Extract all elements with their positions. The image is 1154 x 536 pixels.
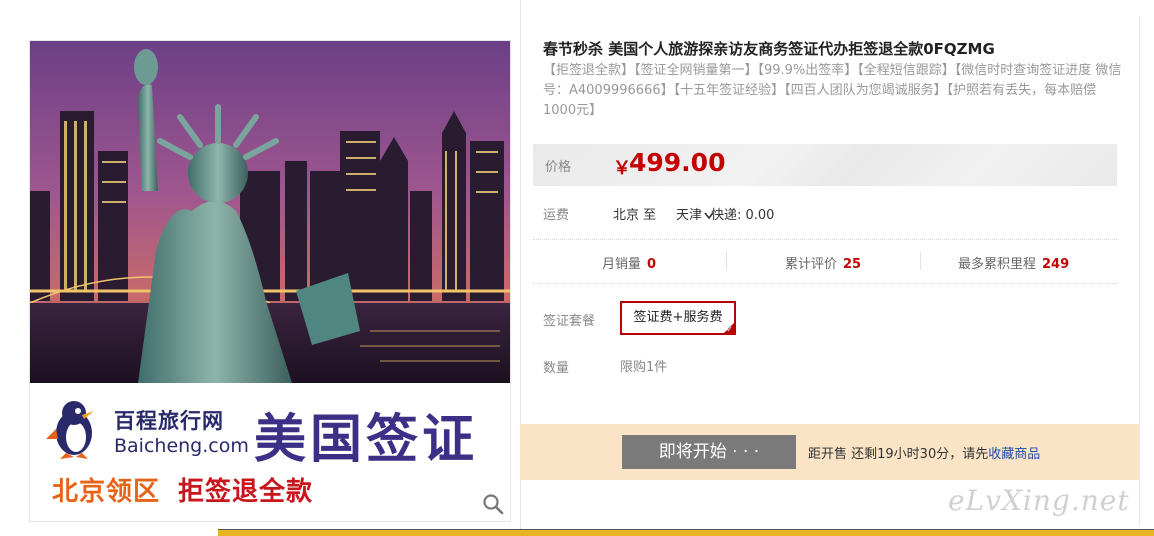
product-title: 春节秒杀 美国个人旅游探亲访友商务签证代办拒签退全款0FQZMG <box>543 40 995 58</box>
shipping-fee: 快递: 0.00 <box>711 208 775 223</box>
add-favorite-link[interactable]: 收藏商品 <box>988 447 1040 462</box>
stat-separator <box>920 252 921 270</box>
price-label: 价格 <box>545 160 572 175</box>
monthly-sales-label: 月销量 <box>602 257 642 272</box>
penguin-logo-icon <box>46 401 94 459</box>
shipping-destination-select[interactable]: 天津 <box>676 204 714 223</box>
quantity-label: 数量 <box>543 361 570 376</box>
review-count-label: 累计评价 <box>785 257 838 272</box>
product-image-panel[interactable]: 百程旅行网 Baicheng.com 美国签证 北京领区 拒签退全款 <box>29 40 511 522</box>
search-icon[interactable] <box>482 493 504 515</box>
review-count-value: 25 <box>843 257 862 272</box>
quantity-limit: 限购1件 <box>620 360 668 375</box>
monthly-sales-value: 0 <box>647 257 657 272</box>
price-value: 499.00 <box>629 148 726 177</box>
shipping-label: 运费 <box>543 208 570 223</box>
statue-of-liberty-photo <box>30 41 510 383</box>
divider-stats-top <box>533 239 1117 240</box>
sku-option-label: 签证费+服务费 <box>633 310 723 325</box>
price-box: 价格 ￥ 499.00 <box>533 144 1117 186</box>
miles-label: 最多累积里程 <box>958 257 1037 272</box>
miles-value: 249 <box>1042 257 1070 272</box>
miles-earned: 最多累积里程 249 <box>958 253 1069 272</box>
stat-separator <box>726 252 727 270</box>
brand-name: 百程旅行网 <box>114 409 224 433</box>
banner-headline: 美国签证 <box>254 410 479 470</box>
check-icon: ✓ <box>726 325 733 334</box>
shipping-destination: 天津 <box>676 208 703 223</box>
shipping-from: 北京 至 <box>613 208 657 223</box>
promo-banner: 百程旅行网 Baicheng.com 美国签证 北京领区 拒签退全款 <box>30 383 510 521</box>
monthly-sales: 月销量 0 <box>602 253 656 272</box>
sku-label: 签证套餐 <box>543 314 596 329</box>
purchase-action-bar: 即将开始 · · · 距开售 还剩19小时30分，请先收藏商品 <box>520 424 1139 480</box>
countdown-text: 距开售 还剩19小时30分，请先 <box>808 447 989 462</box>
divider-stats-bottom <box>533 283 1117 284</box>
sku-option-visa-service[interactable]: 签证费+服务费 ✓ <box>620 301 736 335</box>
sale-countdown: 距开售 还剩19小时30分，请先收藏商品 <box>808 443 1040 462</box>
brand-domain: Baicheng.com <box>114 435 249 457</box>
banner-refund: 拒签退全款 <box>178 477 314 507</box>
site-watermark: eLvXing.net <box>948 484 1130 517</box>
divider-right <box>1139 16 1140 526</box>
coming-soon-button[interactable]: 即将开始 · · · <box>622 435 796 469</box>
banner-region: 北京领区 <box>52 477 161 507</box>
bottom-accent-bar <box>218 530 1154 536</box>
review-count[interactable]: 累计评价 25 <box>785 253 861 272</box>
product-subtitle: 【拒签退全款】【签证全网销量第一】【99.9%出签率】【全程短信跟踪】【微信时时… <box>543 63 1122 118</box>
banner-subtitle: 北京领区 拒签退全款 <box>52 471 313 508</box>
